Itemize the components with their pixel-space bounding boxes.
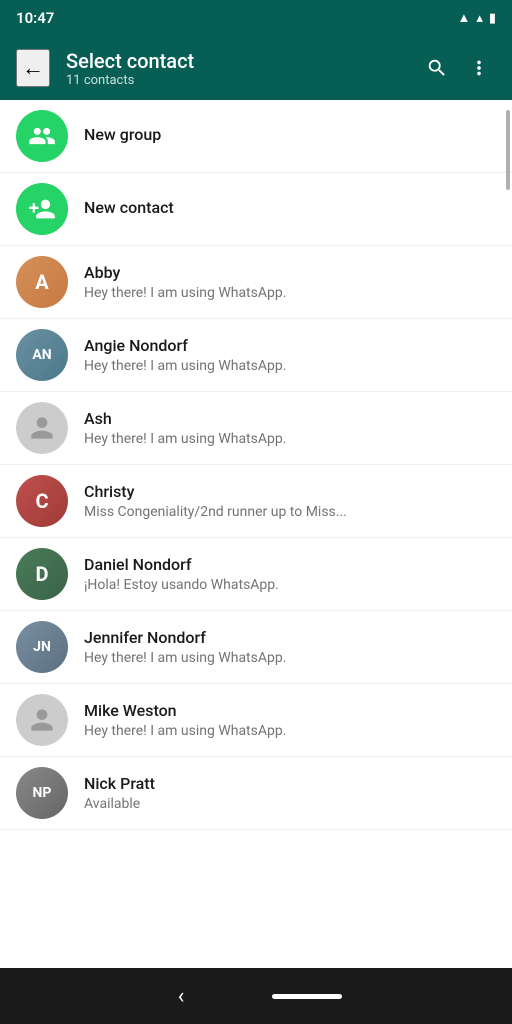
new-contact-avatar — [16, 183, 68, 235]
new-contact-label: New contact — [84, 198, 496, 217]
contact-item-angie[interactable]: AN Angie Nondorf Hey there! I am using W… — [0, 319, 512, 392]
avatar-jennifer: JN — [16, 621, 68, 673]
avatar-abby: A — [16, 256, 68, 308]
contact-info-jennifer: Jennifer Nondorf Hey there! I am using W… — [84, 628, 496, 666]
nav-back-button[interactable]: ‹ — [170, 976, 193, 1017]
contact-item-daniel[interactable]: D Daniel Nondorf ¡Hola! Estoy usando Wha… — [0, 538, 512, 611]
contact-info-abby: Abby Hey there! I am using WhatsApp. — [84, 263, 496, 301]
contact-status-angie: Hey there! I am using WhatsApp. — [84, 358, 464, 374]
contact-item-nick[interactable]: NP Nick Pratt Available — [0, 757, 512, 830]
new-group-label: New group — [84, 125, 496, 144]
status-bar: 10:47 ▲ ▴ ▮ — [0, 0, 512, 36]
contact-status-ash: Hey there! I am using WhatsApp. — [84, 431, 464, 447]
contact-name-daniel: Daniel Nondorf — [84, 555, 496, 574]
app-bar-subtitle: 11 contacts — [66, 73, 404, 88]
avatar-mike — [16, 694, 68, 746]
status-icons: ▲ ▴ ▮ — [457, 10, 496, 26]
new-group-info: New group — [84, 125, 496, 147]
contact-info-daniel: Daniel Nondorf ¡Hola! Estoy usando Whats… — [84, 555, 496, 593]
status-time: 10:47 — [16, 9, 54, 27]
contact-status-nick: Available — [84, 796, 464, 812]
search-button[interactable] — [420, 51, 454, 85]
contact-status-abby: Hey there! I am using WhatsApp. — [84, 285, 464, 301]
app-bar-title-section: Select contact 11 contacts — [66, 49, 404, 88]
nav-bar: ‹ — [0, 968, 512, 1024]
contact-name-ash: Ash — [84, 409, 496, 428]
new-contact-info: New contact — [84, 198, 496, 220]
app-bar: ← Select contact 11 contacts — [0, 36, 512, 100]
contact-info-mike: Mike Weston Hey there! I am using WhatsA… — [84, 701, 496, 739]
contact-item-ash[interactable]: Ash Hey there! I am using WhatsApp. — [0, 392, 512, 465]
contact-name-jennifer: Jennifer Nondorf — [84, 628, 496, 647]
contact-name-christy: Christy — [84, 482, 496, 501]
back-button[interactable]: ← — [16, 49, 50, 87]
home-indicator[interactable] — [272, 994, 342, 999]
battery-icon: ▮ — [489, 11, 496, 26]
contact-item-abby[interactable]: A Abby Hey there! I am using WhatsApp. — [0, 246, 512, 319]
contact-info-ash: Ash Hey there! I am using WhatsApp. — [84, 409, 496, 447]
avatar-nick: NP — [16, 767, 68, 819]
avatar-ash — [16, 402, 68, 454]
contact-status-christy: Miss Congeniality/2nd runner up to Miss.… — [84, 504, 464, 520]
contact-name-angie: Angie Nondorf — [84, 336, 496, 355]
contact-info-christy: Christy Miss Congeniality/2nd runner up … — [84, 482, 496, 520]
more-options-button[interactable] — [462, 51, 496, 85]
avatar-daniel: D — [16, 548, 68, 600]
scroll-indicator — [506, 110, 510, 190]
contact-name-abby: Abby — [84, 263, 496, 282]
contact-list: New group New contact A Abby Hey there! … — [0, 100, 512, 968]
contact-item-mike[interactable]: Mike Weston Hey there! I am using WhatsA… — [0, 684, 512, 757]
app-bar-actions — [420, 51, 496, 85]
avatar-christy: C — [16, 475, 68, 527]
new-group-item[interactable]: New group — [0, 100, 512, 173]
wifi-icon: ▲ — [457, 10, 470, 26]
avatar-angie: AN — [16, 329, 68, 381]
contact-name-mike: Mike Weston — [84, 701, 496, 720]
contact-name-nick: Nick Pratt — [84, 774, 496, 793]
app-bar-title: Select contact — [66, 49, 404, 73]
contact-status-daniel: ¡Hola! Estoy usando WhatsApp. — [84, 577, 464, 593]
contact-info-angie: Angie Nondorf Hey there! I am using What… — [84, 336, 496, 374]
new-contact-item[interactable]: New contact — [0, 173, 512, 246]
contact-item-christy[interactable]: C Christy Miss Congeniality/2nd runner u… — [0, 465, 512, 538]
new-group-avatar — [16, 110, 68, 162]
contact-status-jennifer: Hey there! I am using WhatsApp. — [84, 650, 464, 666]
contact-item-jennifer[interactable]: JN Jennifer Nondorf Hey there! I am usin… — [0, 611, 512, 684]
contact-info-nick: Nick Pratt Available — [84, 774, 496, 812]
contact-status-mike: Hey there! I am using WhatsApp. — [84, 723, 464, 739]
signal-icon: ▴ — [476, 11, 483, 26]
